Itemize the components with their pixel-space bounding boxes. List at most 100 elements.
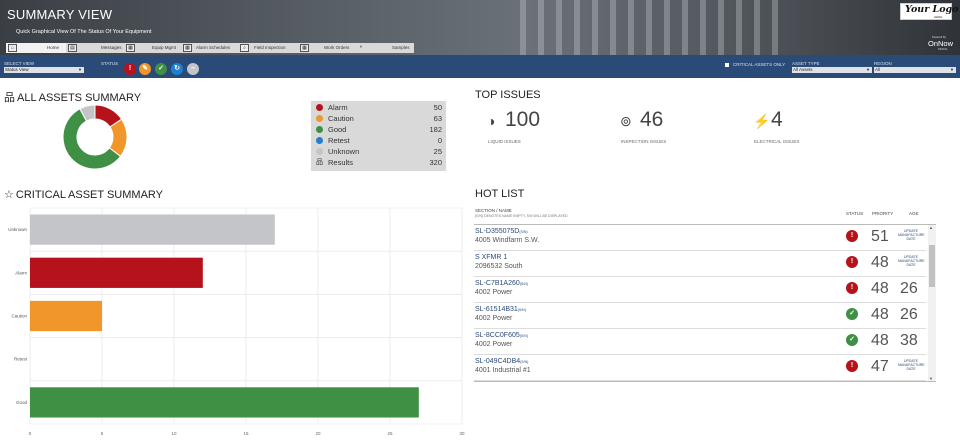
home-icon: ⌂ [8, 44, 17, 52]
asset-type-dropdown[interactable]: All Assets ▼ [792, 67, 872, 73]
good-status-icon: ✓ [846, 334, 858, 346]
legend-row-good[interactable]: Good 182 [315, 124, 442, 135]
legend-label: Results [328, 158, 354, 167]
all-assets-heading: 品 ALL ASSETS SUMMARY [4, 89, 141, 105]
page-title: SUMMARY VIEW [7, 7, 113, 22]
region-dropdown[interactable]: All ▼ [874, 67, 956, 73]
hot-list-row[interactable]: S XFMR 1 2096532 South ! 48 UPDATE MANUF… [474, 251, 926, 277]
asset-location: 2096532 South [475, 263, 523, 270]
sn-marker: (S/N) [519, 334, 528, 338]
magnifier-icon: ⌕ [240, 44, 249, 52]
alarm-status-filter-icon[interactable]: ! [124, 63, 136, 75]
legend-row-retest[interactable]: Retest 0 [315, 135, 442, 146]
x-tick-label: 25 [387, 431, 393, 436]
update-manufacture-date-link[interactable]: UPDATE MANUFACTURE DATE [898, 359, 925, 371]
nav-label-alarm-schedules: Alarm Schedules [196, 45, 231, 50]
hot-list-row[interactable]: SL-61514B31(S/N) 4002 Power ✓ 48 26 [474, 303, 926, 329]
scroll-down-icon[interactable]: ▼ [929, 376, 933, 381]
hot-list-row[interactable]: SL-C7B1A260(S/N) 4002 Power ! 48 26 [474, 277, 926, 303]
asset-link[interactable]: SL-C7B1A260(S/N) [475, 280, 528, 287]
brand-logo: OnNow [928, 39, 954, 48]
all-assets-title: ALL ASSETS SUMMARY [17, 92, 142, 104]
age-value: 38 [900, 332, 918, 349]
assets-legend-table: Alarm 50 Caution 63 Good 182 Retest 0 Un… [311, 101, 446, 171]
legend-value: 50 [433, 103, 442, 112]
priority-value: 47 [871, 358, 889, 375]
scrollbar-thumb[interactable] [929, 245, 935, 287]
good-status-filter-icon[interactable]: ✓ [155, 63, 167, 75]
hot-list-col-note: (S/N) DENOTES NAME EMPTY, S/N WILL BE DI… [475, 214, 568, 218]
legend-value: 182 [429, 125, 442, 134]
hierarchy-icon: 品 [316, 159, 323, 166]
x-tick-label: 0 [29, 431, 32, 436]
chevron-down-icon: ▼ [866, 67, 870, 72]
bar-alarm[interactable] [30, 257, 203, 288]
unknown-status-filter-icon[interactable]: – [187, 63, 199, 75]
hot-list-row[interactable]: SL-D355075D(S/N) 4005 Windfarm S.W. ! 51… [474, 225, 926, 251]
legend-label: Retest [328, 136, 350, 145]
asset-type-value: All Assets [793, 67, 813, 72]
nav-label-field-inspection: Field Inspection [254, 45, 286, 50]
asset-link[interactable]: S XFMR 1 [475, 254, 507, 261]
hot-list-scrollbar[interactable]: ▲ ▼ [928, 225, 936, 381]
bar-good[interactable] [30, 387, 419, 418]
assets-donut-chart [62, 104, 128, 170]
legend-value: 320 [429, 158, 442, 167]
legend-row-results[interactable]: 品 Results 320 [315, 157, 442, 168]
category-label: Unknown [8, 227, 27, 232]
drop-icon: ◑ [358, 44, 363, 50]
caution-status-filter-icon[interactable]: ✎ [139, 63, 151, 75]
asset-id: SL-61514B31 [475, 306, 518, 313]
critical-assets-checkbox[interactable] [725, 63, 729, 67]
main-nav: ⌂ Home ▤ Messages ▦ Equip Mgmt ▦ Alarm S… [6, 43, 414, 53]
asset-id: SL-8CC0F605 [475, 332, 520, 339]
legend-label: Caution [328, 114, 354, 123]
good-status-icon [316, 126, 323, 133]
messages-icon: ▤ [68, 44, 77, 52]
asset-location: 4002 Power [475, 341, 513, 348]
calendar-icon: ▦ [183, 44, 192, 52]
legend-value: 0 [437, 136, 442, 145]
asset-link[interactable]: SL-61514B31(S/N) [475, 306, 526, 313]
priority-value: 48 [871, 254, 889, 271]
hot-list-row[interactable]: SL-8CC0F605(S/N) 4002 Power ✓ 48 38 [474, 329, 926, 355]
scroll-up-icon[interactable]: ▲ [929, 225, 933, 230]
legend-row-alarm[interactable]: Alarm 50 [315, 102, 442, 113]
alarm-status-icon: ! [846, 360, 858, 372]
x-tick-label: 10 [171, 431, 177, 436]
legend-label: Alarm [328, 103, 348, 112]
chevron-down-icon: ▼ [950, 67, 954, 72]
update-manufacture-date-link[interactable]: UPDATE MANUFACTURE DATE [898, 255, 925, 267]
legend-label: Unknown [328, 147, 360, 156]
drop-icon: ◑ [487, 113, 496, 129]
bar-caution[interactable] [30, 300, 102, 332]
sn-marker: (S/N) [517, 308, 526, 312]
bar-unknown[interactable] [30, 214, 275, 245]
asset-location: 4001 Industrial #1 [475, 367, 531, 374]
hot-list: SL-D355075D(S/N) 4005 Windfarm S.W. ! 51… [474, 224, 936, 382]
asset-location: 4002 Power [475, 289, 513, 296]
asset-link[interactable]: SL-D355075D(S/N) [475, 228, 528, 235]
hot-list-heading: HOT LIST [475, 188, 525, 200]
asset-link[interactable]: SL-8CC0F605(S/N) [475, 332, 528, 339]
asset-id: S XFMR 1 [475, 254, 508, 261]
legend-row-caution[interactable]: Caution 63 [315, 113, 442, 124]
legend-row-unknown[interactable]: Unknown 25 [315, 146, 442, 157]
hot-list-col-section: SECTION / NAME [475, 208, 512, 213]
hot-list-col-priority: PRIORITY [872, 211, 894, 216]
hot-list-col-age: AGE [909, 211, 919, 216]
equipment-icon: ▦ [126, 44, 135, 52]
sn-marker: (S/N) [520, 360, 529, 364]
critical-assets-label: CRITICAL ASSETS ONLY [733, 62, 786, 67]
nav-tab-home[interactable]: ⌂ Home [6, 43, 66, 53]
nav-label-equip-mgmt: Equip Mgmt [152, 45, 177, 50]
retest-status-filter-icon[interactable]: ↻ [171, 63, 183, 75]
update-manufacture-date-link[interactable]: UPDATE MANUFACTURE DATE [898, 229, 925, 241]
page-subtitle: Quick Graphical View Of The Status Of Yo… [16, 29, 152, 35]
asset-id: SL-C7B1A260 [475, 280, 520, 287]
select-view-dropdown[interactable]: Status View ▼ [4, 67, 84, 73]
region-value: All [875, 67, 881, 72]
star-icon: ☆ [4, 189, 14, 201]
asset-link[interactable]: SL-049C4DB4(S/N) [475, 358, 528, 365]
hot-list-row[interactable]: SL-049C4DB4(S/N) 4001 Industrial #1 ! 47… [474, 355, 926, 381]
